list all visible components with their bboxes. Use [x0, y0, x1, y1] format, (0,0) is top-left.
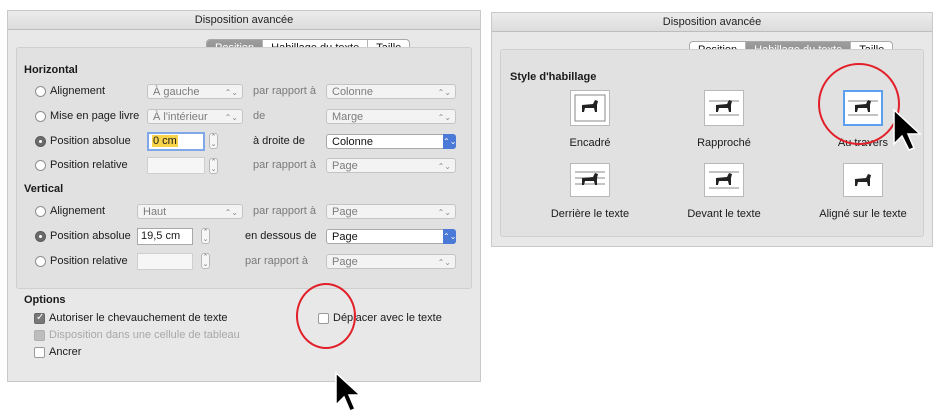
v-absolute-target: Page: [332, 231, 358, 243]
v-relative-target-select[interactable]: Page ⌃⌄: [326, 254, 456, 269]
dog-icon: [574, 94, 606, 122]
v-alignment-label: Alignement: [50, 205, 106, 217]
h-alignment-target-select[interactable]: Colonne ⌃⌄: [326, 84, 456, 99]
highlight-circle: [818, 63, 900, 145]
chevron-updown-icon: ⌃⌄: [437, 113, 451, 122]
v-relative-stepper[interactable]: ⌃ ⌄: [201, 253, 210, 269]
v-relative-label: Position relative: [50, 255, 128, 267]
wrap-square-button[interactable]: [570, 90, 610, 126]
chevron-updown-icon: ⌃⌄: [224, 88, 238, 97]
h-book-layout-select[interactable]: À l'intérieur ⌃⌄: [147, 109, 243, 124]
h-relative-radio[interactable]: [35, 160, 46, 171]
mouse-cursor-icon: [335, 371, 362, 412]
h-relative-target: Page: [332, 160, 358, 172]
chevron-updown-icon: ⌃⌄: [443, 134, 456, 149]
h-alignment-radio[interactable]: [35, 86, 46, 97]
dialog-title: Disposition avancée: [492, 13, 932, 32]
h-book-layout-value: À l'intérieur: [153, 111, 208, 123]
wrap-front-label: Devant le texte: [687, 208, 761, 220]
anchor-label: Ancrer: [49, 346, 82, 358]
v-absolute-input[interactable]: 19,5 cm: [137, 228, 193, 245]
wrap-behind-label: Derrière le texte: [550, 208, 630, 220]
v-alignment-relation: par rapport à: [253, 205, 316, 217]
v-absolute-stepper[interactable]: ⌃ ⌄: [201, 228, 210, 244]
h-relative-stepper[interactable]: ⌃ ⌄: [209, 158, 218, 174]
h-absolute-target-select[interactable]: Colonne ⌃⌄: [326, 134, 456, 149]
h-absolute-input[interactable]: 0 cm: [147, 132, 205, 151]
v-absolute-label: Position absolue: [50, 230, 131, 242]
v-alignment-select[interactable]: Haut ⌃⌄: [137, 204, 243, 219]
v-relative-input[interactable]: [137, 253, 193, 270]
chevron-updown-icon: ⌃⌄: [437, 88, 451, 97]
dog-icon: [575, 171, 605, 185]
h-alignment-relation: par rapport à: [253, 85, 316, 97]
v-alignment-target-select[interactable]: Page ⌃⌄: [326, 204, 456, 219]
dog-icon: [709, 100, 739, 116]
h-alignment-label: Alignement: [50, 85, 106, 97]
h-relative-input[interactable]: [147, 157, 205, 174]
h-absolute-value: 0 cm: [152, 135, 178, 147]
v-alignment-target: Page: [332, 206, 358, 218]
v-alignment-radio[interactable]: [35, 206, 46, 217]
v-absolute-relation: en dessous de: [245, 230, 317, 242]
dog-icon: [709, 171, 739, 189]
mouse-cursor-icon: [893, 108, 922, 151]
highlight-circle: [296, 283, 356, 349]
v-absolute-radio[interactable]: [35, 231, 46, 242]
options-heading: Options: [24, 294, 66, 306]
wrap-square-label: Encadré: [569, 137, 611, 149]
chevron-updown-icon: ⌃⌄: [437, 208, 451, 217]
h-absolute-radio[interactable]: [35, 136, 46, 147]
h-relative-target-select[interactable]: Page ⌃⌄: [326, 158, 456, 173]
wrap-inline-label: Aligné sur le texte: [819, 208, 907, 220]
h-book-layout-target: Marge: [332, 111, 364, 123]
h-absolute-target: Colonne: [332, 136, 373, 148]
h-alignment-value: À gauche: [153, 86, 200, 98]
h-absolute-label: Position absolue: [50, 135, 131, 147]
wrap-style-heading: Style d'habillage: [510, 71, 597, 83]
chevron-updown-icon: ⌃⌄: [437, 258, 451, 267]
v-relative-relation: par rapport à: [245, 255, 308, 267]
horizontal-heading: Horizontal: [24, 64, 78, 76]
chevron-updown-icon: ⌃⌄: [437, 162, 451, 171]
wrap-behind-button[interactable]: [570, 163, 610, 197]
dog-icon: [855, 174, 871, 186]
h-alignment-target: Colonne: [332, 86, 373, 98]
table-cell-label: Disposition dans une cellule de tableau: [49, 329, 240, 341]
chevron-updown-icon: ⌃⌄: [443, 229, 456, 244]
v-alignment-value: Haut: [143, 206, 167, 218]
allow-overlap-checkbox[interactable]: [34, 312, 45, 324]
left-dialog: Disposition avancée Position Habillage d…: [7, 10, 481, 382]
anchor-checkbox[interactable]: [34, 347, 45, 358]
v-absolute-target-select[interactable]: Page ⌃⌄: [326, 229, 456, 244]
h-relative-relation: par rapport à: [253, 159, 316, 171]
h-absolute-stepper[interactable]: ⌃ ⌄: [209, 133, 218, 149]
chevron-updown-icon: ⌃⌄: [224, 113, 238, 122]
wrap-tight-label: Rapproché: [697, 137, 751, 149]
h-book-layout-target-select[interactable]: Marge ⌃⌄: [326, 109, 456, 124]
table-cell-checkbox[interactable]: [34, 330, 45, 341]
h-alignment-select[interactable]: À gauche ⌃⌄: [147, 84, 243, 99]
allow-overlap-label: Autoriser le chevauchement de texte: [49, 312, 228, 324]
chevron-updown-icon: ⌃⌄: [224, 208, 238, 217]
h-relative-label: Position relative: [50, 159, 128, 171]
wrap-tight-button[interactable]: [704, 90, 744, 126]
dialog-title: Disposition avancée: [8, 11, 480, 30]
v-relative-target: Page: [332, 256, 358, 268]
h-absolute-relation: à droite de: [253, 135, 305, 147]
v-relative-radio[interactable]: [35, 256, 46, 267]
wrap-inline-button[interactable]: [843, 163, 883, 197]
vertical-heading: Vertical: [24, 183, 64, 195]
h-book-layout-relation: de: [253, 110, 266, 122]
h-book-layout-label: Mise en page livre: [50, 110, 140, 122]
wrap-front-button[interactable]: [704, 163, 744, 197]
h-book-layout-radio[interactable]: [35, 111, 46, 122]
